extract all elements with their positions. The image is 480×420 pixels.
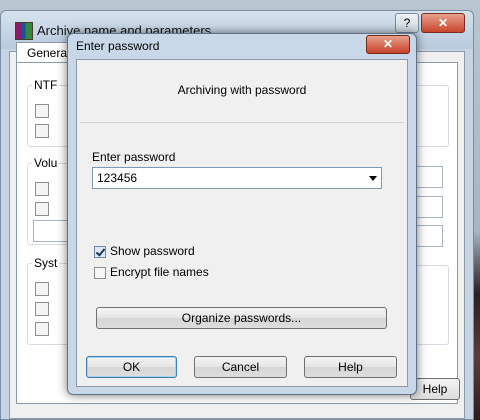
chevron-down-icon[interactable] [369,176,377,181]
bg-option-checkbox[interactable] [35,124,49,138]
ok-button[interactable]: OK [86,356,177,378]
help-titlebar-button[interactable]: ? [395,13,419,33]
bg-option-checkbox[interactable] [35,302,49,316]
dialog-client-area [76,59,408,387]
show-password-option[interactable]: Show password [94,244,195,258]
encrypt-file-names-label: Encrypt file names [110,265,209,279]
dialog-subtitle: Archiving with password [177,83,307,97]
ntfs-group-label: NTF [32,78,60,92]
password-combobox[interactable] [92,167,382,189]
bg-option-checkbox[interactable] [35,182,49,196]
cancel-button[interactable]: Cancel [194,356,287,378]
system-group-label: Syst [32,256,60,270]
password-label: Enter password [92,150,176,164]
dialog-title: Enter password [76,39,160,53]
archive-window-close-button[interactable]: ✕ [421,13,465,33]
encrypt-file-names-option[interactable]: Encrypt file names [94,265,209,279]
dialog-close-button[interactable]: ✕ [366,35,410,54]
divider [80,122,404,123]
enter-password-dialog: Enter password ✕ Archiving with password… [67,33,417,395]
show-password-label: Show password [110,244,195,258]
show-password-checkbox[interactable] [94,245,106,258]
bg-help-button[interactable]: Help [410,378,460,400]
encrypt-file-names-checkbox[interactable] [94,266,106,279]
bg-option-checkbox[interactable] [35,282,49,296]
password-input[interactable] [97,170,357,186]
bg-option-checkbox[interactable] [35,202,49,216]
help-button[interactable]: Help [304,356,397,378]
bg-option-checkbox[interactable] [35,322,49,336]
organize-passwords-button[interactable]: Organize passwords... [96,307,387,329]
winrar-icon [15,22,33,40]
volumes-group-label: Volu [32,156,60,170]
bg-option-checkbox[interactable] [35,104,49,118]
